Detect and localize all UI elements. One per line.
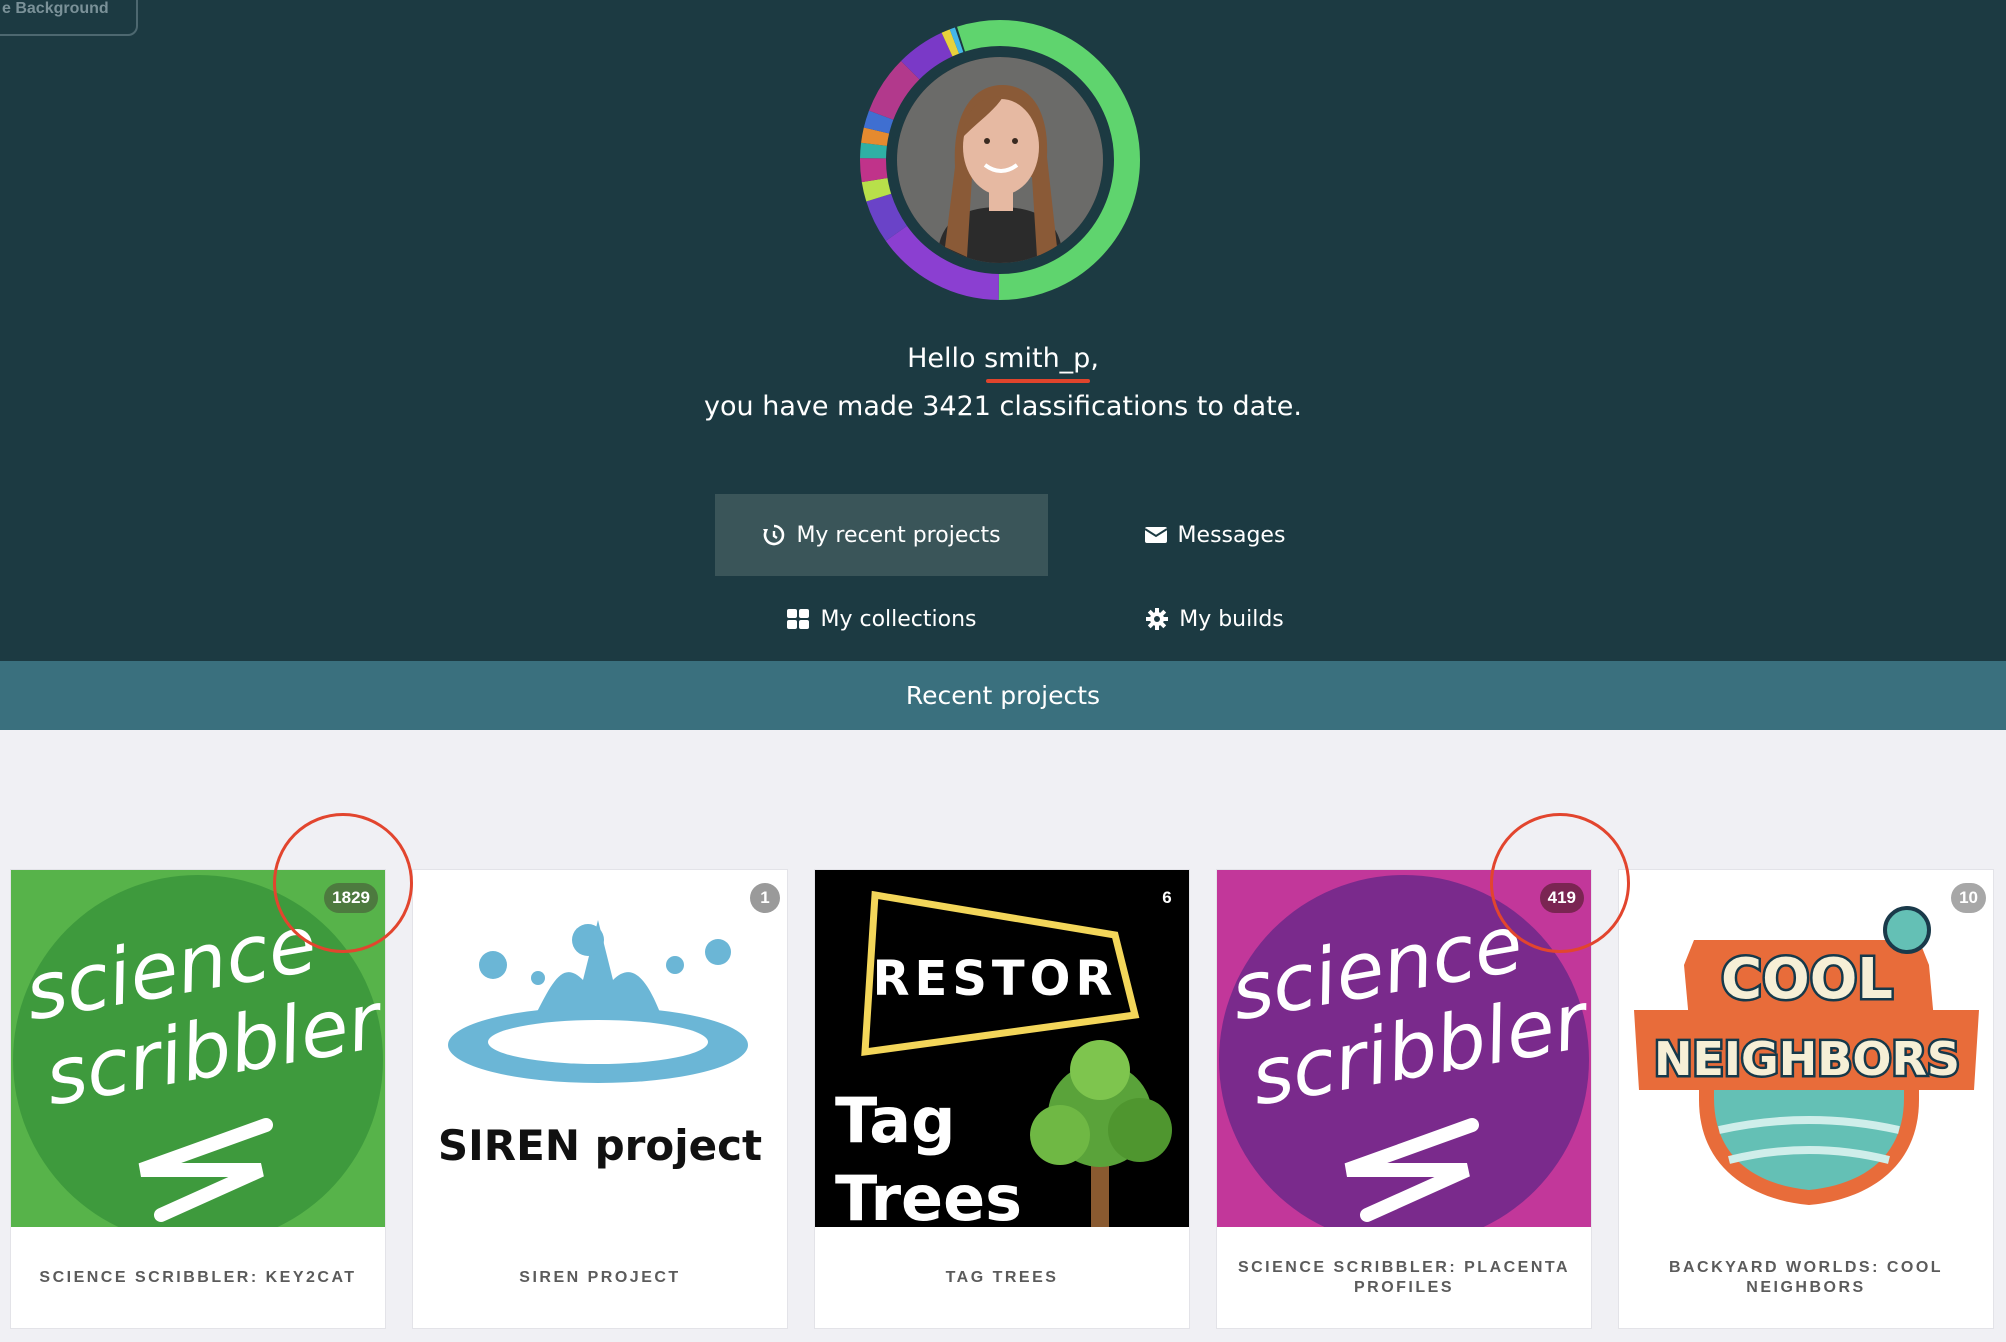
profile-hero: e Background Hello smith_p, you have mad… bbox=[0, 0, 2006, 661]
gear-icon bbox=[1145, 607, 1169, 631]
trees-text: Trees bbox=[835, 1162, 1022, 1227]
project-card-cool-neighbors[interactable]: COOL NEIGHBORS 10 BACKYARD WORLDS: COOL … bbox=[1618, 869, 1994, 1329]
project-title: SIREN PROJECT bbox=[519, 1269, 681, 1286]
siren-image-text: SIREN project bbox=[438, 1121, 762, 1170]
tab-my-recent-projects[interactable]: My recent projects bbox=[715, 494, 1048, 576]
section-title: Recent projects bbox=[0, 661, 2006, 730]
classification-count-badge: 6 bbox=[1162, 888, 1172, 907]
grid-icon bbox=[786, 607, 810, 631]
classification-count-line: you have made 3421 classifications to da… bbox=[704, 391, 1302, 422]
svg-text:NEIGHBORS: NEIGHBORS bbox=[1654, 1032, 1960, 1086]
project-image: RESTOR Tag Trees bbox=[815, 870, 1189, 1227]
tab-label: My builds bbox=[1179, 606, 1284, 632]
tab-label: Messages bbox=[1177, 522, 1286, 548]
avatar[interactable] bbox=[893, 53, 1107, 267]
greeting-suffix: , bbox=[1090, 343, 1099, 374]
classification-count-badge: 1 bbox=[750, 883, 780, 913]
project-title: BACKYARD WORLDS: COOL NEIGHBORS bbox=[1668, 1259, 1944, 1296]
project-card-siren[interactable]: SIREN project 1 SIREN PROJECT bbox=[412, 869, 788, 1329]
classification-count-badge: 10 bbox=[1951, 883, 1986, 913]
project-card-tag-trees[interactable]: RESTOR Tag Trees 6 TAG TREES bbox=[814, 869, 1190, 1329]
project-image: COOL NEIGHBORS bbox=[1619, 870, 1993, 1227]
tab-my-builds[interactable]: My builds bbox=[1048, 578, 1381, 660]
annotation-circle bbox=[273, 813, 413, 953]
annotation-circle bbox=[1490, 813, 1630, 953]
history-icon bbox=[762, 523, 786, 547]
greeting-prefix: Hello bbox=[907, 343, 985, 374]
tag-text: Tag bbox=[835, 1084, 956, 1157]
envelope-icon bbox=[1144, 523, 1168, 547]
svg-text:COOL: COOL bbox=[1721, 947, 1893, 1012]
project-title: TAG TREES bbox=[945, 1269, 1059, 1286]
tab-label: My recent projects bbox=[796, 522, 1001, 548]
avatar-portrait bbox=[897, 57, 1103, 263]
restor-text: RESTOR bbox=[873, 951, 1118, 1007]
greeting-line: Hello smith_p, bbox=[0, 343, 2006, 383]
project-image: SIREN project bbox=[413, 870, 787, 1227]
tab-label: My collections bbox=[820, 606, 977, 632]
change-background-button[interactable]: e Background bbox=[0, 0, 138, 36]
username[interactable]: smith_p bbox=[984, 343, 1091, 383]
project-title: SCIENCE SCRIBBLER: KEY2CAT bbox=[39, 1269, 357, 1286]
change-background-label: e Background bbox=[2, 0, 109, 17]
tab-my-collections[interactable]: My collections bbox=[715, 578, 1048, 660]
project-title: SCIENCE SCRIBBLER: PLACENTA PROFILES bbox=[1237, 1259, 1571, 1296]
tab-messages[interactable]: Messages bbox=[1048, 494, 1381, 576]
